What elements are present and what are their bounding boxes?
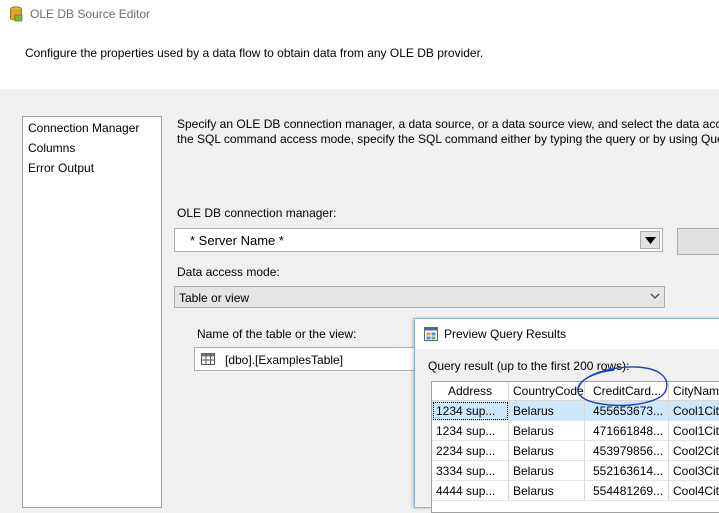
- cell-country-code: Belarus: [509, 461, 585, 481]
- cell-country-code: Belarus: [509, 481, 585, 501]
- table-view-combo[interactable]: [dbo].[ExamplesTable]: [194, 347, 434, 371]
- results-grid[interactable]: Address CountryCode CreditCard... CityNa…: [431, 381, 719, 513]
- nav-item-connection-manager[interactable]: Connection Manager: [28, 121, 139, 135]
- cell-credit-card: 554481269...: [585, 481, 669, 501]
- editor-description: Configure the properties used by a data …: [25, 46, 484, 60]
- preview-title: Preview Query Results: [444, 327, 567, 341]
- new-connection-button[interactable]: [677, 228, 719, 255]
- triangle-down-icon: [645, 237, 656, 244]
- instructions-text: Specify an OLE DB connection manager, a …: [177, 117, 719, 147]
- table-icon: [201, 353, 215, 365]
- nav-item-columns[interactable]: Columns: [28, 141, 75, 155]
- preview-title-bar: Preview Query Results: [415, 319, 719, 349]
- table-view-value: [dbo].[ExamplesTable]: [225, 353, 344, 367]
- cell-credit-card: 455653673...: [585, 401, 669, 421]
- cell-country-code: Belarus: [509, 401, 585, 421]
- table-row[interactable]: 1234 sup... Belarus 455653673... Cool1Ci…: [432, 401, 719, 421]
- cell-credit-card: 453979856...: [585, 441, 669, 461]
- column-header-address[interactable]: Address: [432, 382, 509, 401]
- cell-address: 3334 sup...: [432, 461, 509, 481]
- title-bar: OLE DB Source Editor: [0, 0, 719, 29]
- database-icon: [10, 6, 23, 22]
- instructions-line-2: the SQL command access mode, specify the…: [177, 132, 719, 146]
- chevron-down-icon: [650, 293, 660, 299]
- table-row[interactable]: 4444 sup... Belarus 554481269... Cool4Ci…: [432, 481, 719, 501]
- header-panel: Configure the properties used by a data …: [0, 29, 719, 89]
- cell-address: 4444 sup...: [432, 481, 509, 501]
- connection-manager-label: OLE DB connection manager:: [177, 206, 337, 220]
- table-row[interactable]: 1234 sup... Belarus 471661848... Cool1Ci…: [432, 421, 719, 441]
- window-title: OLE DB Source Editor: [30, 7, 151, 21]
- table-row[interactable]: 3334 sup... Belarus 552163614... Cool3Ci…: [432, 461, 719, 481]
- cell-city-name: Cool4City: [669, 481, 719, 501]
- cell-address: 1234 sup...: [432, 401, 509, 421]
- data-access-mode-value: Table or view: [179, 291, 250, 305]
- data-access-mode-label: Data access mode:: [177, 265, 280, 279]
- cell-credit-card: 552163614...: [585, 461, 669, 481]
- cell-address: 2234 sup...: [432, 441, 509, 461]
- query-result-caption: Query result (up to the first 200 rows):: [428, 359, 630, 373]
- table-row[interactable]: 2234 sup... Belarus 453979856... Cool2Ci…: [432, 441, 719, 461]
- cell-city-name: Cool1City: [669, 421, 719, 441]
- window-app-icon: [424, 327, 438, 341]
- column-header-city-name[interactable]: CityName: [669, 382, 719, 401]
- cell-country-code: Belarus: [509, 421, 585, 441]
- cell-country-code: Belarus: [509, 441, 585, 461]
- connection-manager-value: * Server Name *: [190, 233, 284, 248]
- instructions-line-1: Specify an OLE DB connection manager, a …: [177, 117, 719, 131]
- connection-dropdown-button[interactable]: [640, 231, 660, 249]
- cell-city-name: Cool3City: [669, 461, 719, 481]
- connection-manager-combo[interactable]: * Server Name *: [174, 228, 663, 252]
- cell-city-name: Cool1City: [669, 401, 719, 421]
- cell-credit-card: 471661848...: [585, 421, 669, 441]
- nav-item-error-output[interactable]: Error Output: [28, 161, 94, 175]
- column-header-country-code[interactable]: CountryCode: [509, 382, 585, 401]
- cell-address: 1234 sup...: [432, 421, 509, 441]
- table-view-label: Name of the table or the view:: [197, 327, 357, 341]
- cell-city-name: Cool2City: [669, 441, 719, 461]
- editor-nav: Connection Manager Columns Error Output: [22, 116, 162, 508]
- column-header-credit-card[interactable]: CreditCard...: [585, 382, 669, 401]
- data-access-mode-select[interactable]: Table or view: [174, 286, 665, 308]
- preview-query-results-window: Preview Query Results Query result (up t…: [414, 318, 719, 513]
